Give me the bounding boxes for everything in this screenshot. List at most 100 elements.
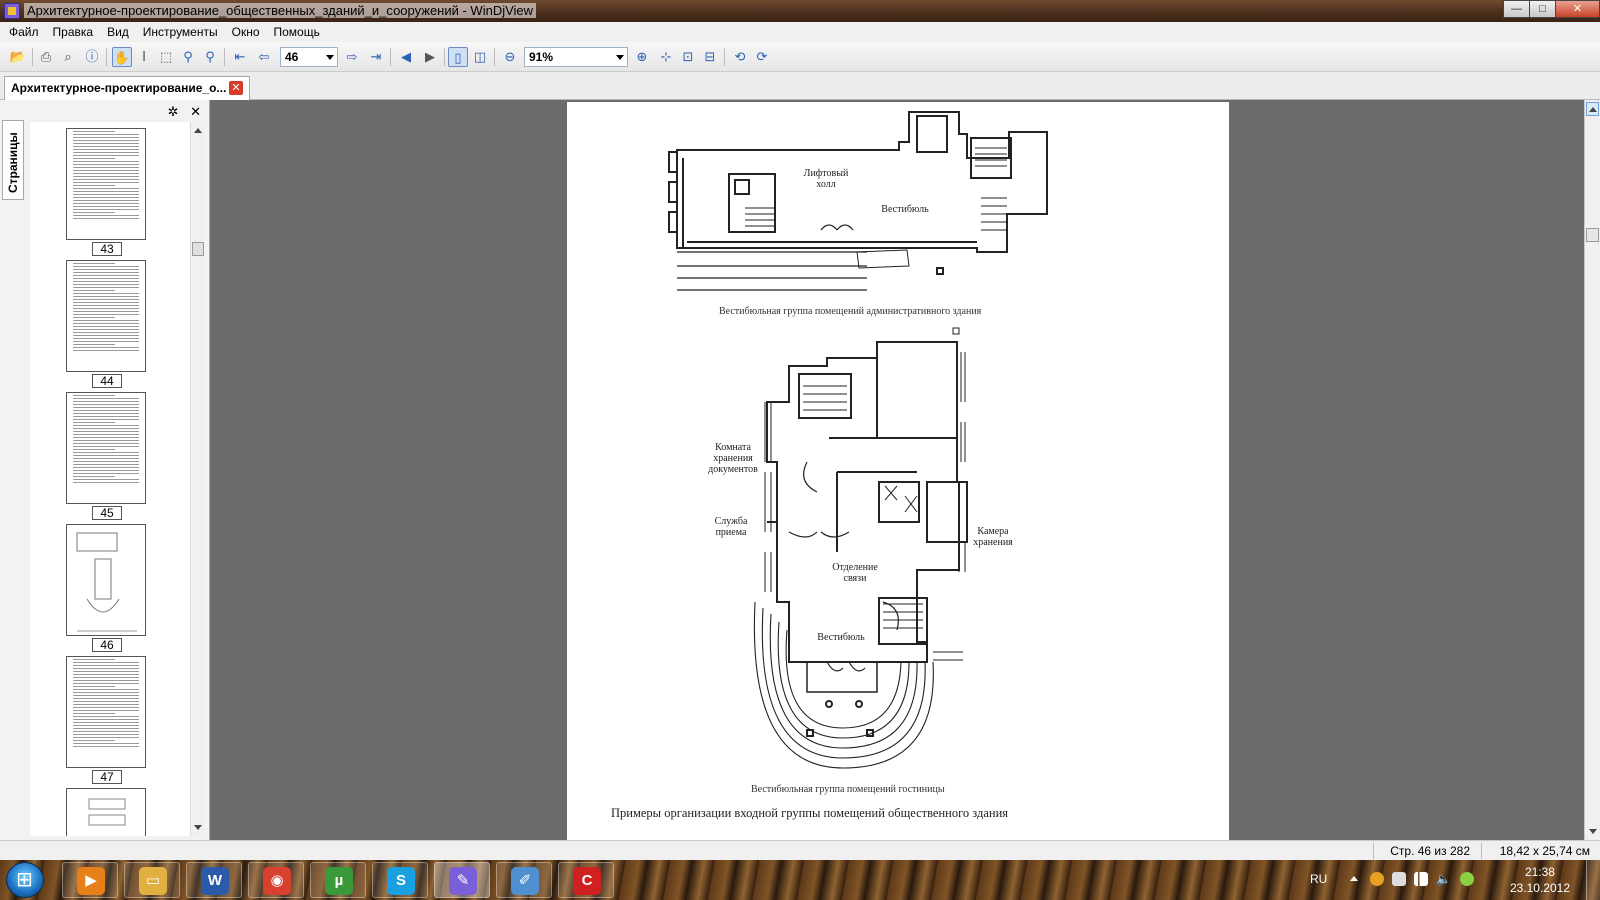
language-indicator[interactable]: RU [1310,872,1327,886]
page-thumbnail[interactable] [66,788,146,836]
thumbnail-text-line [73,725,139,726]
clock[interactable]: 21:38 23.10.2012 [1510,864,1570,896]
menu-window[interactable]: Окно [225,22,267,42]
forward-icon[interactable]: ▶ [420,47,440,67]
taskbar-paint-button[interactable]: ✐ [496,862,552,898]
thumbnail-text-line [73,662,139,663]
separator [390,48,391,66]
page-number-input[interactable]: 46 [280,47,338,67]
close-button[interactable]: ✕ [1555,0,1600,18]
tab-pages[interactable]: Страницы [2,120,24,200]
gear-icon[interactable]: ✲ [168,104,179,119]
actual-size-icon[interactable]: ⊟ [700,47,720,67]
taskbar-chrome-button[interactable]: ◉ [248,862,304,898]
next-page-icon[interactable]: ⇨ [342,47,362,67]
toolbar: 📂 ⎙ ⌕ ⓘ ✋ Ⅰ ⬚ ⚲ ⚲ ⇤ ⇦ 46 ⇨ ⇥ ◀ ▶ ▯ ◫ ⊖ 9… [0,42,1600,72]
caption-administrative: Вестибюльная группа помещений администра… [719,306,982,317]
thumbnail-text-line [73,716,139,717]
page-thumbnail[interactable] [66,260,146,372]
sidebar-close-icon[interactable]: ✕ [190,104,201,119]
find-icon[interactable]: ⌕ [58,47,78,67]
chevron-down-icon[interactable] [326,55,334,60]
page-thumbnail[interactable] [66,392,146,504]
page-thumbnail[interactable] [66,128,146,240]
label-lift-hall: Лифтовый холл [803,168,849,190]
scroll-thumb[interactable] [1586,228,1599,242]
zoom-in-tool-icon[interactable]: ⚲ [178,47,198,67]
sidebar-scrollbar[interactable] [190,122,204,836]
taskbar-skype-button[interactable]: S [372,862,428,898]
scroll-down-icon[interactable] [1589,829,1597,834]
scroll-up-button[interactable] [1586,102,1599,116]
document-tab[interactable]: Архитектурное-проектирование_о... ✕ [4,76,250,100]
thumbnail-text-line [73,398,139,399]
zoom-input[interactable]: 91% [524,47,628,67]
open-icon[interactable]: 📂 [8,47,28,67]
start-button[interactable] [6,862,44,898]
thumbnail-text-line [73,410,139,411]
scroll-down-icon[interactable] [194,825,202,830]
thumbnail-text-line [73,263,115,264]
scroll-thumb[interactable] [192,242,204,256]
menu-edit[interactable]: Правка [46,22,101,42]
show-hidden-icons-icon[interactable] [1350,876,1358,881]
taskbar-media-player-button[interactable]: ▶ [62,862,118,898]
info-icon[interactable]: ⓘ [82,47,102,67]
fit-page-icon[interactable]: ⊹ [656,47,676,67]
single-page-icon[interactable]: ▯ [448,47,468,67]
maximize-button[interactable]: □ [1529,0,1556,18]
menu-view[interactable]: Вид [100,22,136,42]
taskbar-utorrent-button[interactable]: µ [310,862,366,898]
utorrent-icon: µ [325,867,353,895]
zoom-out-icon[interactable]: ⊖ [500,47,520,67]
tray-green-icon[interactable] [1460,872,1474,886]
chevron-down-icon[interactable] [616,55,624,60]
minimize-button[interactable]: — [1503,0,1530,18]
taskbar-windjview-button[interactable]: ✎ [434,862,490,898]
status-bar: Стр. 46 из 282 18,42 x 25,74 см [0,840,1600,860]
document-view[interactable]: Лифтовый холл Вестибюль Вестибюльная груп… [211,100,1584,840]
rotate-left-icon[interactable]: ⟲ [730,47,750,67]
thumbnail-text-line [73,320,139,321]
menu-tools[interactable]: Инструменты [136,22,225,42]
thumbnail-text-line [73,428,139,429]
windjview-app-icon[interactable] [4,3,20,19]
menu-help[interactable]: Помощь [267,22,327,42]
last-page-icon[interactable]: ⇥ [366,47,386,67]
taskbar-word-button[interactable]: W [186,862,242,898]
thumbnail-text-line [73,434,139,435]
thumbnail-text-line [73,311,139,312]
two-pages-icon[interactable]: ◫ [470,47,490,67]
rotate-right-icon[interactable]: ⟳ [752,47,772,67]
taskbar-red-app-button[interactable]: C [558,862,614,898]
network-icon[interactable] [1414,872,1428,886]
thumbnail-text-line [73,338,139,339]
page-thumbnail-current[interactable] [66,524,146,636]
tray-app-icon[interactable] [1370,872,1384,886]
zoom-in-icon[interactable]: ⊕ [632,47,652,67]
hand-tool-icon[interactable]: ✋ [112,47,132,67]
first-page-icon[interactable]: ⇤ [230,47,250,67]
scroll-up-icon[interactable] [194,128,202,133]
prev-page-icon[interactable]: ⇦ [254,47,274,67]
rect-select-icon[interactable]: ⬚ [156,47,176,67]
taskbar-explorer-button[interactable]: ▭ [124,862,180,898]
back-icon[interactable]: ◀ [396,47,416,67]
menu-file[interactable]: Файл [2,22,46,42]
page-thumbnail[interactable] [66,656,146,768]
zoom-out-tool-icon[interactable]: ⚲ [200,47,220,67]
thumbnail-text-line [73,278,139,279]
thumbnail-text-line [73,182,139,183]
fit-width-icon[interactable]: ⊡ [678,47,698,67]
document-scrollbar[interactable] [1584,100,1600,840]
tray-device-icon[interactable] [1392,872,1406,886]
text-select-icon[interactable]: Ⅰ [134,47,154,67]
tab-close-icon[interactable]: ✕ [229,81,243,95]
caption-hotel: Вестибюльная группа помещений гостиницы [751,784,945,795]
menu-bar: Файл Правка Вид Инструменты Окно Помощь [0,22,1600,42]
thumbnail-list[interactable]: 43 44 45 46 47 [30,122,196,836]
volume-icon[interactable]: 🔈 [1436,872,1451,886]
thumbnail-text-line [73,293,139,294]
show-desktop-button[interactable] [1586,860,1600,900]
print-icon[interactable]: ⎙ [36,47,56,67]
